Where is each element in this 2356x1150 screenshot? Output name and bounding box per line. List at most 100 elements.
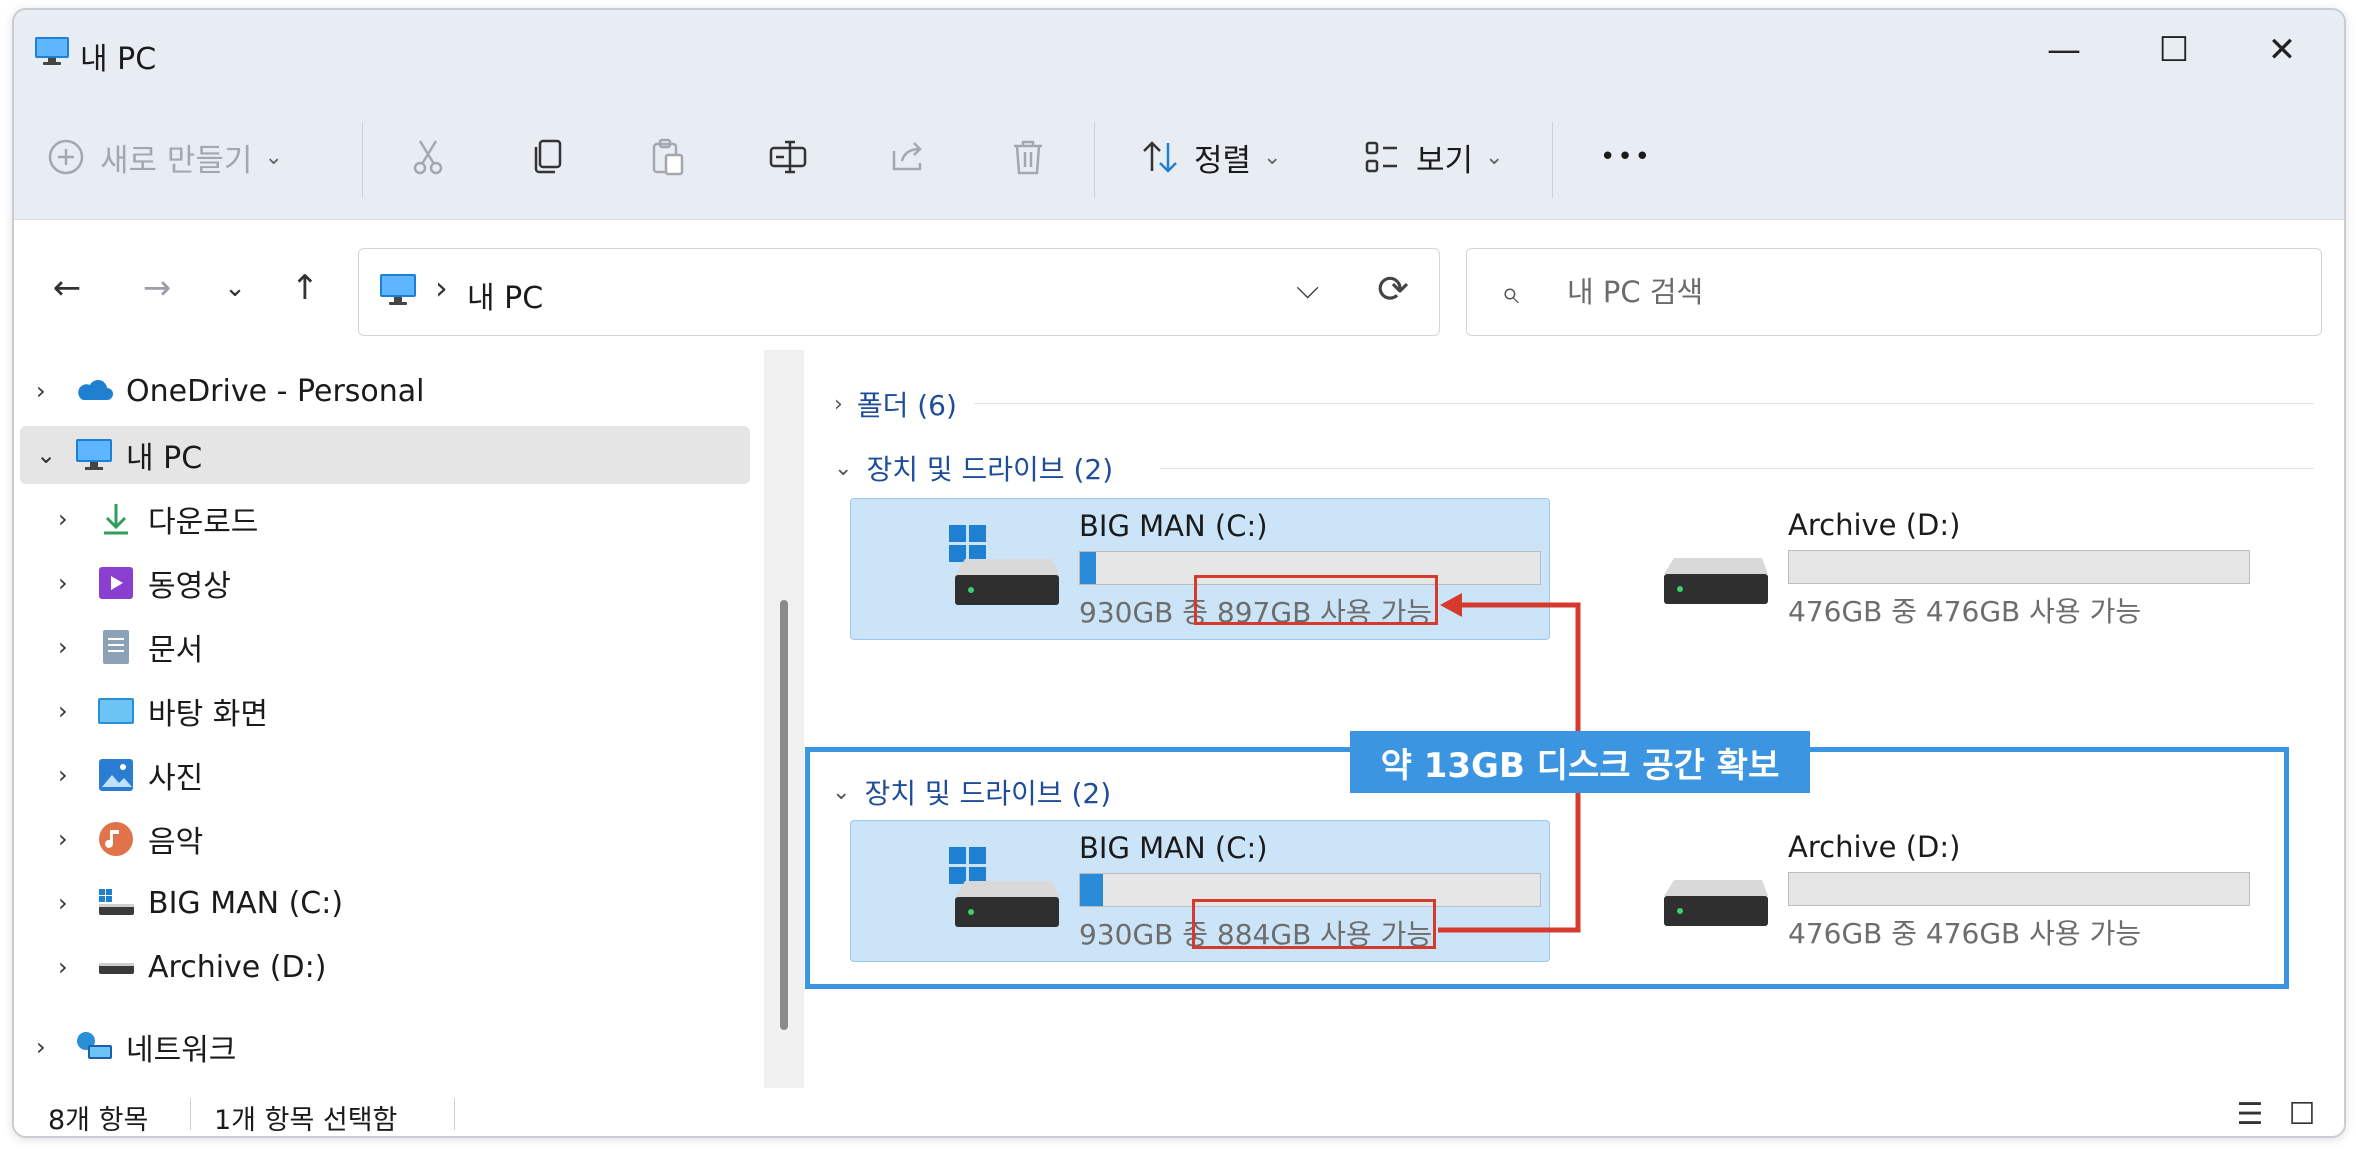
tiles-view-icon: ☐ [2288, 1096, 2316, 1132]
expand-icon[interactable]: › [58, 825, 68, 853]
drive-space-text: 476GB 중 476GB 사용 가능 [1788, 595, 2142, 628]
sidebar-item-downloads[interactable]: › 다운로드 [14, 490, 750, 548]
maximize-icon: ☐ [2158, 30, 2190, 70]
recent-locations-button[interactable]: ⌄ [210, 263, 260, 313]
sidebar-item-drive-c[interactable]: › BIG MAN (C:) [14, 874, 750, 932]
expand-icon[interactable]: › [36, 377, 46, 405]
expand-icon[interactable]: › [58, 505, 68, 533]
up-button[interactable]: ↑ [280, 263, 330, 313]
pc-icon [380, 274, 416, 305]
breadcrumb-separator: › [435, 269, 448, 307]
rename-icon [769, 140, 807, 174]
forward-button[interactable]: → [132, 263, 182, 313]
paste-button[interactable] [648, 132, 688, 182]
expand-icon[interactable]: › [58, 953, 68, 981]
sidebar-item-drive-d[interactable]: › Archive (D:) [14, 938, 750, 996]
sort-button[interactable]: 정렬 ⌄ [1140, 132, 1281, 182]
cut-icon [413, 140, 443, 175]
sidebar-item-label: 내 PC [126, 441, 203, 476]
chevron-down-icon: ⌄ [834, 455, 853, 481]
expand-icon[interactable]: › [58, 697, 68, 725]
sidebar-item-onedrive[interactable]: › OneDrive - Personal [14, 362, 750, 420]
network-icon [77, 1032, 112, 1059]
devices-group-header[interactable]: ⌄ 장치 및 드라이브 (2) [834, 448, 1113, 488]
pc-icon [76, 439, 112, 470]
sidebar-item-label: 문서 [148, 633, 204, 668]
expand-icon[interactable]: › [58, 889, 68, 917]
chevron-down-icon: ⌄ [224, 273, 246, 303]
sidebar-item-videos[interactable]: › 동영상 [14, 554, 750, 612]
document-icon [103, 630, 129, 664]
toolbar-divider [1094, 122, 1095, 198]
new-button[interactable]: 새로 만들기 ⌄ [46, 132, 283, 182]
expand-icon[interactable]: › [58, 569, 68, 597]
view-button[interactable]: 보기 ⌄ [1362, 132, 1503, 182]
sidebar-item-pictures[interactable]: › 사진 [14, 746, 750, 804]
group-label: 폴더 (6) [856, 389, 957, 422]
sidebar-item-music[interactable]: › 음악 [14, 810, 750, 868]
more-icon: ••• [1600, 142, 1653, 172]
toolbar-divider [1552, 122, 1553, 198]
details-view-button[interactable]: ☰ [2230, 1094, 2270, 1134]
title-bar: 내 PC — ☐ ✕ [14, 10, 2344, 90]
expand-icon[interactable]: › [58, 633, 68, 661]
close-button[interactable]: ✕ [2232, 20, 2332, 80]
drive-tile-d[interactable]: Archive (D:) 476GB 중 476GB 사용 가능 [1560, 498, 2260, 640]
annotation-callout: 약 13GB 디스크 공간 확보 [1350, 731, 1810, 793]
sidebar-item-network[interactable]: › 네트워크 [14, 1018, 750, 1076]
group-divider [1160, 468, 2314, 469]
sidebar-item-label: 동영상 [148, 569, 231, 604]
folders-group-header[interactable]: › 폴더 (6) [834, 384, 957, 424]
status-divider [454, 1098, 455, 1130]
search-icon: ⌕ [1501, 273, 1519, 311]
sidebar-item-desktop[interactable]: › 바탕 화면 [14, 682, 750, 740]
address-dropdown-icon[interactable]: ⌵ [1296, 271, 1319, 306]
back-button[interactable]: ← [42, 263, 92, 313]
sidebar-item-label: 바탕 화면 [148, 697, 268, 732]
drive-icon [1664, 558, 1768, 604]
breadcrumb-item-pc[interactable]: 내 PC [467, 273, 543, 317]
chevron-right-icon: › [834, 391, 843, 417]
collapse-icon[interactable]: ⌄ [36, 441, 56, 469]
sidebar-scrollbar[interactable] [764, 350, 804, 1090]
arrow-right-icon: → [142, 268, 172, 308]
search-box[interactable]: ⌕ [1466, 248, 2322, 336]
drive-icon [99, 963, 134, 974]
arrow-left-icon: ← [52, 268, 82, 308]
sidebar-item-this-pc[interactable]: ⌄ 내 PC [20, 426, 750, 484]
new-button-label: 새로 만들기 [100, 142, 253, 179]
paste-icon [652, 138, 684, 176]
sidebar-item-documents[interactable]: › 문서 [14, 618, 750, 676]
share-button[interactable] [888, 132, 928, 182]
sidebar-item-label: 다운로드 [148, 505, 259, 540]
pc-icon [35, 37, 69, 65]
copy-button[interactable] [528, 132, 568, 182]
drive-name: BIG MAN (C:) [1079, 509, 1268, 543]
delete-icon [1014, 140, 1042, 175]
tiles-view-button[interactable]: ☐ [2282, 1094, 2322, 1134]
expand-icon[interactable]: › [36, 1033, 46, 1061]
sort-icon [1143, 141, 1177, 173]
system-drive-icon [949, 525, 1059, 605]
delete-button[interactable] [1008, 132, 1048, 182]
maximize-button[interactable]: ☐ [2124, 20, 2224, 80]
address-bar[interactable]: › 내 PC ⌵ ⟳ [358, 248, 1440, 336]
sidebar-item-label: 네트워크 [126, 1033, 237, 1068]
search-input[interactable] [1567, 269, 2267, 315]
view-icon [1365, 141, 1397, 173]
system-drive-icon [99, 889, 134, 915]
refresh-icon[interactable]: ⟳ [1377, 267, 1409, 311]
close-icon: ✕ [2267, 30, 2297, 70]
chevron-down-icon: ⌄ [1263, 144, 1282, 170]
scrollbar-thumb[interactable] [780, 600, 788, 1030]
drive-total: 930GB 중 [1079, 596, 1209, 629]
cloud-icon [78, 380, 113, 400]
copy-icon [534, 139, 562, 174]
expand-icon[interactable]: › [58, 761, 68, 789]
cut-button[interactable] [408, 132, 448, 182]
navigation-pane: › OneDrive - Personal ⌄ 내 PC › 다운로드 › 동영… [14, 350, 764, 1090]
rename-button[interactable] [768, 132, 808, 182]
picture-icon [99, 759, 133, 791]
more-options-button[interactable]: ••• [1600, 132, 1652, 182]
minimize-button[interactable]: — [2014, 20, 2114, 80]
